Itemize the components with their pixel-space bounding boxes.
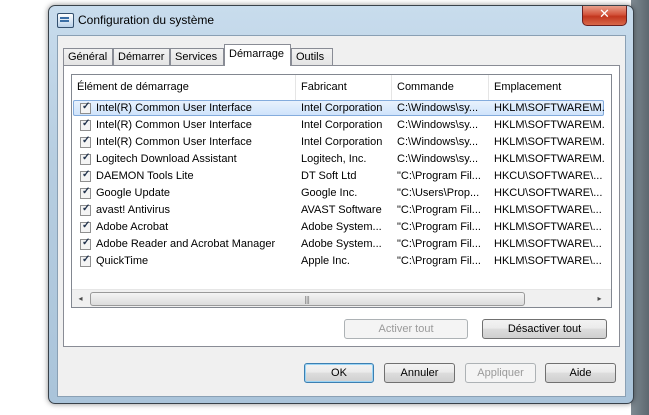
startup-item-checkbox[interactable] [80,152,91,165]
grip-icon: ||| [304,295,310,304]
startup-item-checkbox[interactable] [80,101,91,114]
startup-item-checkbox[interactable] [80,186,91,199]
startup-item-name: Intel(R) Common User Interface [96,119,252,131]
startup-item-checkbox[interactable] [80,220,91,233]
column-header-manufacturer[interactable]: Fabricant [296,75,392,100]
startup-item-name: QuickTime [96,255,149,267]
startup-tab-panel: Élément de démarrage Fabricant Commande … [63,65,620,347]
help-button[interactable]: Aide [545,363,616,383]
table-row[interactable]: Intel(R) Common User Interface Intel Cor… [72,117,611,134]
startup-item-location: HKLM\SOFTWARE\M... [494,136,604,148]
window-title: Configuration du système [78,13,215,27]
startup-item-location: HKCU\SOFTWARE\... [494,187,603,199]
title-bar[interactable]: Configuration du système [49,6,633,34]
startup-item-command: "C:\Program Fil... [397,238,481,250]
startup-item-command: "C:\Program Fil... [397,170,481,182]
enable-all-button[interactable]: Activer tout [344,319,468,339]
startup-item-name: avast! Antivirus [96,204,170,216]
startup-item-location: HKLM\SOFTWARE\M... [494,153,604,165]
table-row[interactable]: Google Update Google Inc. "C:\Users\Prop… [72,185,611,202]
startup-item-location: HKLM\SOFTWARE\... [494,221,602,233]
table-row[interactable]: Adobe Reader and Acrobat Manager Adobe S… [72,236,611,253]
startup-item-manufacturer: Intel Corporation [301,136,383,148]
cancel-button[interactable]: Annuler [384,363,455,383]
startup-item-checkbox[interactable] [80,169,91,182]
startup-item-location: HKLM\SOFTWARE\M... [494,119,604,131]
table-row[interactable]: Adobe Acrobat Adobe System... "C:\Progra… [72,219,611,236]
tab-outils[interactable]: Outils [291,48,333,66]
startup-item-manufacturer: Google Inc. [301,187,358,199]
startup-item-manufacturer: Adobe System... [301,221,382,233]
startup-item-manufacturer: Logitech, Inc. [301,153,367,165]
startup-item-checkbox[interactable] [80,118,91,131]
msconfig-icon [57,13,74,28]
startup-item-location: HKLM\SOFTWARE\... [494,204,602,216]
startup-item-manufacturer: Apple Inc. [301,255,350,267]
startup-item-command: "C:\Program Fil... [397,204,481,216]
startup-item-checkbox[interactable] [80,237,91,250]
startup-item-command: "C:\Program Fil... [397,221,481,233]
startup-item-command: C:\Windows\sy... [397,136,479,148]
startup-item-name: Adobe Reader and Acrobat Manager [96,238,276,250]
startup-item-command: C:\Windows\sy... [397,153,479,165]
startup-items-list[interactable]: Élément de démarrage Fabricant Commande … [71,74,612,308]
startup-item-location: HKLM\SOFTWARE\M... [494,102,604,114]
startup-item-command: C:\Windows\sy... [397,102,479,114]
horizontal-scrollbar[interactable]: ◂ ||| ▸ [72,289,611,307]
table-row[interactable]: Intel(R) Common User Interface Intel Cor… [72,100,611,117]
column-header-location[interactable]: Emplacement [489,75,611,100]
startup-item-checkbox[interactable] [80,254,91,267]
startup-item-manufacturer: Intel Corporation [301,119,383,131]
disable-all-button[interactable]: Désactiver tout [482,319,607,339]
column-header-startup-item[interactable]: Élément de démarrage [72,75,296,100]
startup-item-location: HKLM\SOFTWARE\... [494,238,602,250]
system-configuration-window: Configuration du système ✕ Général Démar… [48,5,634,404]
startup-item-command: "C:\Users\Prop... [397,187,480,199]
startup-item-command: "C:\Program Fil... [397,255,481,267]
startup-item-location: HKLM\SOFTWARE\... [494,255,602,267]
table-row[interactable]: QuickTime Apple Inc. "C:\Program Fil... … [72,253,611,270]
table-row[interactable]: Intel(R) Common User Interface Intel Cor… [72,134,611,151]
startup-item-checkbox[interactable] [80,203,91,216]
startup-item-name: Logitech Download Assistant [96,153,237,165]
startup-item-manufacturer: DT Soft Ltd [301,170,357,182]
startup-item-manufacturer: AVAST Software [301,204,382,216]
scrollbar-thumb[interactable]: ||| [90,292,525,306]
close-button[interactable]: ✕ [582,6,627,26]
startup-item-name: Intel(R) Common User Interface [96,136,252,148]
table-row[interactable]: Logitech Download Assistant Logitech, In… [72,151,611,168]
desktop-background [0,0,46,415]
startup-item-manufacturer: Intel Corporation [301,102,383,114]
tab-services[interactable]: Services [170,48,224,66]
tab-demarrer[interactable]: Démarrer [113,48,170,66]
column-header-command[interactable]: Commande [392,75,489,100]
ok-button[interactable]: OK [304,363,374,383]
list-header: Élément de démarrage Fabricant Commande … [72,75,611,100]
startup-item-location: HKCU\SOFTWARE\... [494,170,603,182]
tab-demarrage[interactable]: Démarrage [224,44,291,66]
table-row[interactable]: DAEMON Tools Lite DT Soft Ltd "C:\Progra… [72,168,611,185]
startup-item-name: Google Update [96,187,170,199]
startup-item-name: Intel(R) Common User Interface [96,102,252,114]
startup-item-manufacturer: Adobe System... [301,238,382,250]
table-row[interactable]: avast! Antivirus AVAST Software "C:\Prog… [72,202,611,219]
startup-item-name: Adobe Acrobat [96,221,169,233]
startup-item-name: DAEMON Tools Lite [96,170,194,182]
tab-general[interactable]: Général [63,48,113,66]
apply-button[interactable]: Appliquer [465,363,536,383]
startup-item-checkbox[interactable] [80,135,91,148]
scroll-left-arrow-icon[interactable]: ◂ [72,290,89,307]
dialog-client-area: Général Démarrer Services Démarrage Outi… [57,35,626,397]
scroll-right-arrow-icon[interactable]: ▸ [591,290,608,307]
startup-item-command: C:\Windows\sy... [397,119,479,131]
